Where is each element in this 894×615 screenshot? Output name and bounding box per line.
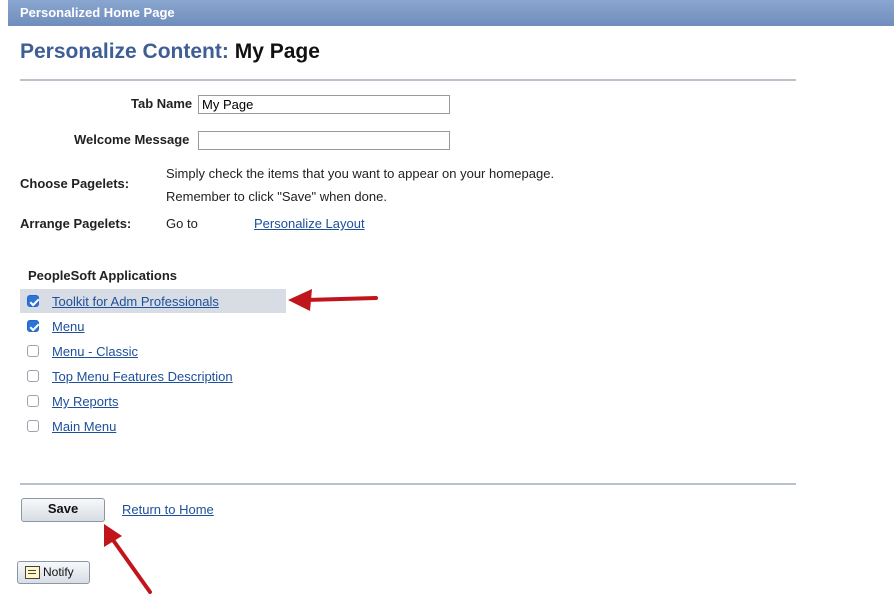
arrow-to-toolkit-icon [288,289,378,311]
arrow-to-save-icon [104,524,152,594]
annotation-arrows [104,289,378,594]
